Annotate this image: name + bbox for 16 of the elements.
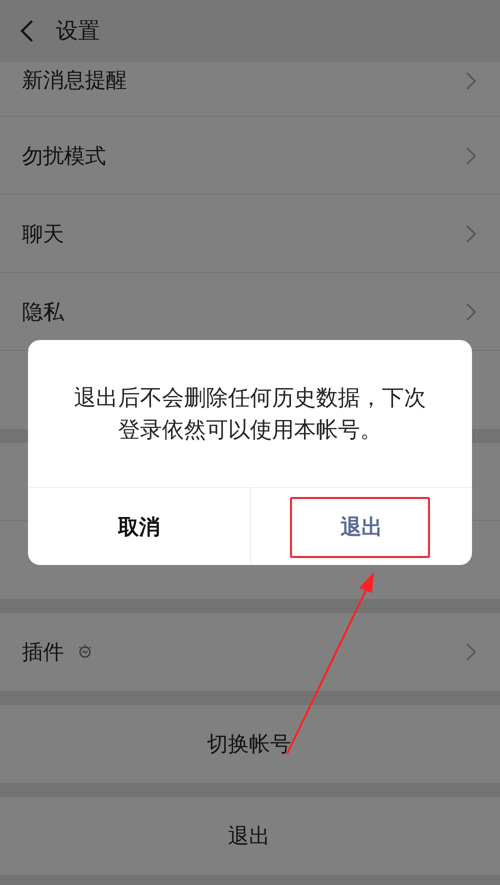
settings-item[interactable]: 勿扰模式 — [0, 117, 500, 195]
dialog-message: 退出后不会删除任何历史数据，下次登录依然可以使用本帐号。 — [73, 385, 427, 445]
chevron-icon — [466, 146, 476, 164]
settings-item[interactable]: 新消息提醒 — [0, 62, 500, 117]
logout-button[interactable]: 退出 — [250, 488, 472, 565]
settings-item[interactable]: 插件 — [0, 613, 500, 691]
action-item[interactable]: 切换帐号 — [0, 705, 500, 783]
chevron-icon — [466, 224, 476, 242]
chevron-icon — [466, 302, 476, 320]
chevron-icon — [466, 643, 476, 661]
back-icon[interactable] — [20, 20, 34, 42]
page-title: 设置 — [56, 18, 100, 46]
settings-item[interactable]: 聊天 — [0, 195, 500, 273]
chevron-icon — [466, 72, 476, 90]
action-item[interactable]: 退出 — [0, 797, 500, 875]
cancel-button[interactable]: 取消 — [28, 488, 250, 565]
